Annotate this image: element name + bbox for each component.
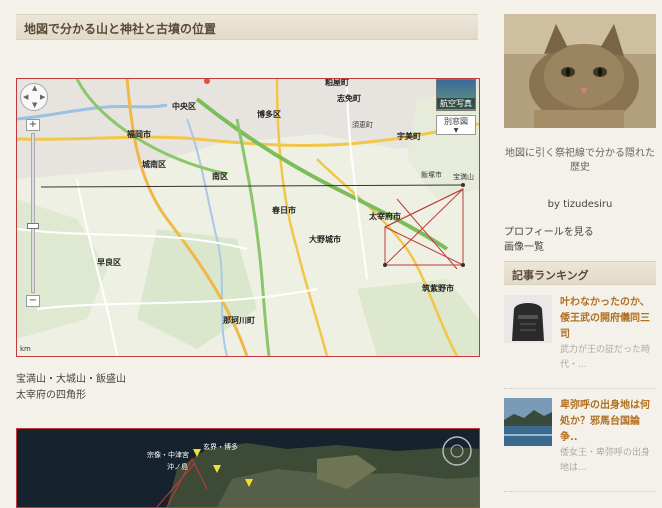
satellite-view-button[interactable]: 航空写真 xyxy=(436,79,476,111)
ranking-title[interactable]: 卑弥呼の出身地は何処か？邪馬台国論争.. xyxy=(560,398,656,446)
separate-map-label: 別窓図 xyxy=(444,117,468,126)
profile-link[interactable]: プロフィールを見る xyxy=(504,223,594,238)
map-caption-line2: 太宰府の四角形 xyxy=(16,390,86,401)
map-label-nakagawa: 那珂川町 xyxy=(223,316,255,325)
ranking-desc: 倭女王・卑弥呼の出身地は... xyxy=(560,448,651,473)
map-label-shime: 志免町 xyxy=(337,93,361,103)
post-title: 地図で分かる山と神社と古墳の位置 xyxy=(16,14,478,40)
divider xyxy=(504,491,656,492)
map-label-fukuoka: 福岡市 xyxy=(126,129,151,139)
sat-label-munakata: 宗像・中津宮 xyxy=(147,450,189,459)
cat-photo xyxy=(504,14,656,128)
divider xyxy=(504,388,656,389)
map-label-umi: 宇美町 xyxy=(397,131,421,141)
map-label-minami: 南区 xyxy=(212,171,228,181)
chevron-down-icon: ▼ xyxy=(453,127,459,134)
map-label-homan: 宝満山 xyxy=(453,172,474,181)
profile-avatar[interactable] xyxy=(504,14,656,128)
map-label-kasuga: 春日市 xyxy=(272,205,296,215)
google-map[interactable]: 中央区 福岡市 博多区 城南区 南区 早良区 春日市 大野城市 太宰府市 筑紫野… xyxy=(16,78,480,357)
zoom-track[interactable] xyxy=(31,133,35,293)
landscape-image xyxy=(504,398,552,446)
ranking-header: 記事ランキング xyxy=(504,261,656,285)
sat-label-okitsu: 沖ノ島 xyxy=(167,462,188,471)
map-label-dazaifu: 太宰府市 xyxy=(368,211,401,221)
map-zoom-control[interactable]: + − xyxy=(26,119,40,309)
satellite-map[interactable]: 玄界・博多 宗像・中津宮 沖ノ島 xyxy=(16,428,480,508)
map-label-sawara: 早良区 xyxy=(97,257,121,267)
map-pan-control[interactable]: ▲ ▼ ◀ ▶ xyxy=(20,83,48,111)
map-label-onojo: 大野城市 xyxy=(309,234,341,244)
map-label-jonan: 城南区 xyxy=(142,159,166,169)
author-byline: by tizudesiru xyxy=(547,199,613,210)
blog-title[interactable]: 地図に引く祭祀線で分かる隠れた歴史 xyxy=(504,147,656,175)
map-label-kasuya: 粕屋町 xyxy=(325,79,349,87)
image-list-link[interactable]: 画像一覧 xyxy=(504,238,544,253)
ranking-thumbnail[interactable] xyxy=(504,295,552,343)
sat-label-genkai: 玄界・博多 xyxy=(203,442,238,451)
map-label-chikushino: 筑紫野市 xyxy=(422,283,454,293)
ranking-item[interactable]: 叶わなかったのか、倭王武の開府儀同三司 武力が王の証だった時代・... xyxy=(504,295,656,385)
ranking-thumbnail[interactable] xyxy=(504,398,552,446)
ranking-desc: 武力が王の証だった時代・... xyxy=(560,345,651,370)
map-label-chuo: 中央区 xyxy=(172,101,196,111)
map-scale: km xyxy=(20,345,31,353)
ranking-title[interactable]: 叶わなかったのか、倭王武の開府儀同三司 xyxy=(560,295,656,343)
map-label-iizuka: 飯塚市 xyxy=(421,170,442,179)
map-label-sue: 須恵町 xyxy=(352,120,373,129)
zoom-out-button[interactable]: − xyxy=(26,295,40,307)
zoom-in-button[interactable]: + xyxy=(26,119,40,131)
map-caption-line1: 宝満山・大城山・飯盛山 xyxy=(16,374,126,385)
zoom-handle[interactable] xyxy=(27,223,39,229)
helmet-image xyxy=(504,295,552,343)
map-canvas: 中央区 福岡市 博多区 城南区 南区 早良区 春日市 大野城市 太宰府市 筑紫野… xyxy=(17,79,479,356)
map-label-hakata: 博多区 xyxy=(257,109,281,119)
satellite-view-label: 航空写真 xyxy=(437,98,475,109)
satellite-canvas: 玄界・博多 宗像・中津宮 沖ノ島 xyxy=(17,429,479,507)
separate-map-button[interactable]: 別窓図 ▼ xyxy=(436,115,476,135)
ranking-item[interactable]: 卑弥呼の出身地は何処か？邪馬台国論争.. 倭女王・卑弥呼の出身地は... xyxy=(504,398,656,488)
